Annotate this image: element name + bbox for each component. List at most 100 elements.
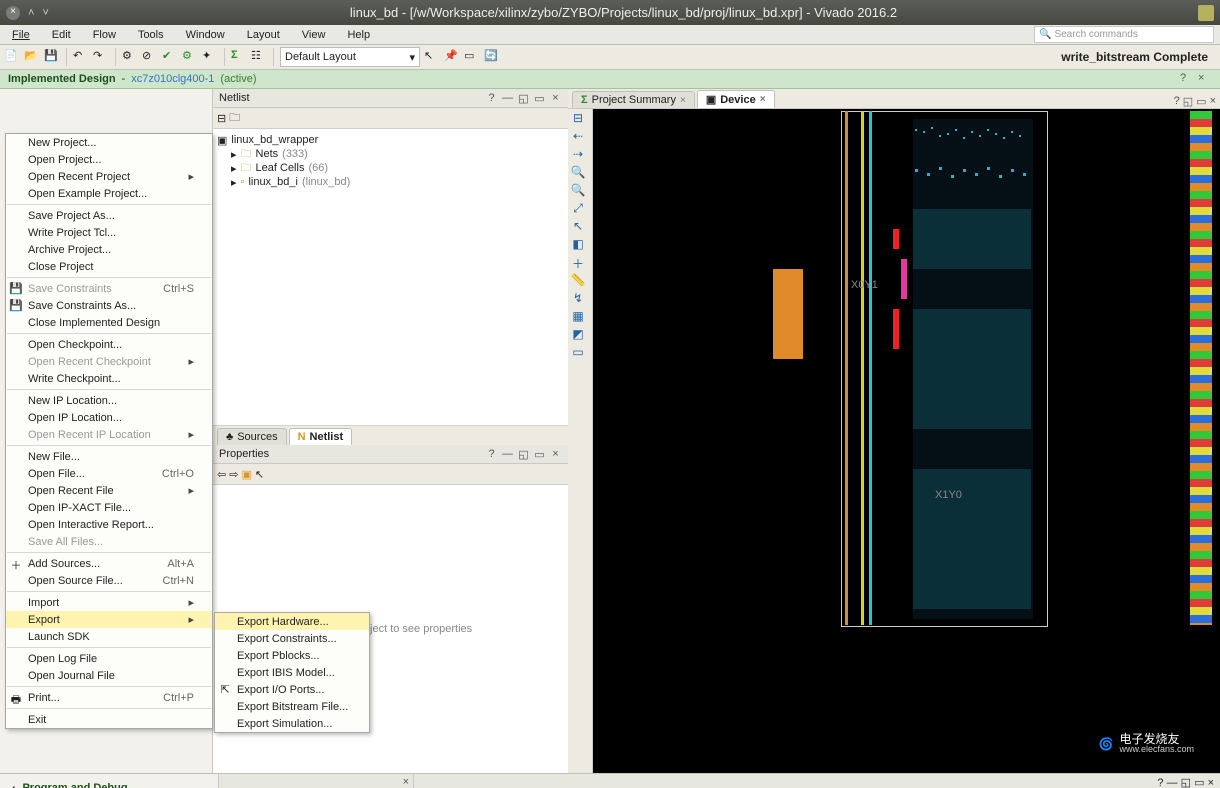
file-menu-dropdown[interactable]: New Project...Open Project...Open Recent… <box>5 133 213 729</box>
restore-icon[interactable]: ◱ <box>517 448 530 461</box>
close-icon[interactable]: × <box>403 776 409 788</box>
menu-item[interactable]: Write Project Tcl... <box>6 224 212 241</box>
timeline-icon[interactable]: ☷ <box>251 49 267 65</box>
pointer-icon[interactable]: ↖ <box>255 468 264 481</box>
zoom-out-icon[interactable]: 🔍 <box>570 183 586 199</box>
menu-edit[interactable]: Edit <box>46 28 77 42</box>
menu-item[interactable]: Export Pblocks... <box>215 647 369 664</box>
window-chevron-down-icon[interactable]: ˅ <box>42 7 48 19</box>
menu-item[interactable]: Write Checkpoint... <box>6 370 212 387</box>
menu-item[interactable]: Open File...Ctrl+O <box>6 465 212 482</box>
menu-help[interactable]: Help <box>341 28 376 42</box>
menu-item[interactable]: Close Project <box>6 258 212 275</box>
tab-device[interactable]: ▣Device× <box>697 90 775 108</box>
close-icon[interactable]: × <box>760 94 766 105</box>
menu-item[interactable]: Open IP Location... <box>6 409 212 426</box>
menu-item[interactable]: Open Interactive Report... <box>6 516 212 533</box>
collapse-icon[interactable]: ◢ <box>6 783 14 788</box>
menu-item[interactable]: Exit <box>6 711 212 728</box>
maximize-icon[interactable]: ▭ <box>533 448 546 461</box>
menu-item[interactable]: Save Project As... <box>6 207 212 224</box>
forward-icon[interactable]: ⇨ <box>229 468 238 481</box>
zoom-fit-icon[interactable]: ⤢ <box>570 201 586 217</box>
tab-project-summary[interactable]: ΣProject Summary× <box>572 91 695 108</box>
tab-sources[interactable]: ♣Sources <box>217 428 287 445</box>
menu-item[interactable]: Open Checkpoint... <box>6 336 212 353</box>
minimize-icon[interactable]: — <box>501 92 514 105</box>
menu-item[interactable]: Archive Project... <box>6 241 212 258</box>
menu-item[interactable]: Open Log File <box>6 650 212 667</box>
menu-item[interactable]: ＋Add Sources...Alt+A <box>6 555 212 572</box>
maximize-icon[interactable]: ▭ <box>1196 95 1206 108</box>
netlist-node[interactable]: Leaf Cells <box>256 162 305 174</box>
menu-item[interactable]: 💾Save Constraints As... <box>6 297 212 314</box>
menu-tools[interactable]: Tools <box>132 28 170 42</box>
device-canvas[interactable]: X0Y1 X1Y0 <box>593 109 1220 773</box>
menu-item[interactable]: Open IP-XACT File... <box>6 499 212 516</box>
routing-icon[interactable]: ↯ <box>570 291 586 307</box>
menu-item[interactable]: Open Recent Project▸ <box>6 168 212 185</box>
menu-item[interactable]: Open Journal File <box>6 667 212 684</box>
help-icon[interactable]: ? <box>485 448 498 461</box>
close-icon[interactable]: × <box>1210 95 1216 108</box>
window-chevron-up-icon[interactable]: ˄ <box>28 7 34 19</box>
select-area-icon[interactable]: ▭ <box>570 345 586 361</box>
command-search-input[interactable]: 🔍 Search commands <box>1034 26 1214 43</box>
menu-item[interactable]: Export Constraints... <box>215 630 369 647</box>
maximize-icon[interactable]: ▭ <box>533 92 546 105</box>
help-icon[interactable]: ? <box>1174 95 1180 108</box>
folder-open-icon[interactable]: 📂 <box>24 49 40 65</box>
menu-file[interactable]: File <box>6 28 36 42</box>
netlist-node[interactable]: Nets <box>256 148 279 160</box>
menu-item[interactable]: Export▸ <box>6 611 212 628</box>
select-icon[interactable]: ▭ <box>464 49 480 65</box>
help-icon[interactable]: ? <box>1157 777 1163 788</box>
minimize-icon[interactable]: — <box>1167 777 1178 788</box>
ruler-icon[interactable]: 📏 <box>570 273 586 289</box>
gear2-icon[interactable]: ⚙ <box>182 49 198 65</box>
more-icon[interactable]: ✦ <box>202 49 218 65</box>
menu-item[interactable]: Export Bitstream File... <box>215 698 369 715</box>
menu-item[interactable]: New File... <box>6 448 212 465</box>
menu-item[interactable]: Open Project... <box>6 151 212 168</box>
menu-window[interactable]: Window <box>180 28 231 42</box>
collapse-icon[interactable]: ⊟ <box>570 111 586 127</box>
menu-item[interactable]: Open Example Project... <box>6 185 212 202</box>
tab-netlist[interactable]: NNetlist <box>289 428 353 445</box>
back-icon[interactable]: ⇦ <box>217 468 226 481</box>
menu-item[interactable]: Open Recent File▸ <box>6 482 212 499</box>
menu-item[interactable]: Export Hardware... <box>215 613 369 630</box>
maximize-icon[interactable]: ▭ <box>1194 777 1204 788</box>
collapse-icon[interactable]: ⊟ <box>217 112 226 125</box>
export-submenu[interactable]: Export Hardware...Export Constraints...E… <box>214 612 370 733</box>
menu-item[interactable]: Export Simulation... <box>215 715 369 732</box>
save-icon[interactable]: 💾 <box>44 49 60 65</box>
help-icon[interactable]: ? <box>485 92 498 105</box>
undo-icon[interactable]: ↶ <box>73 49 89 65</box>
sigma-icon[interactable]: Σ <box>231 49 247 65</box>
fit-icon[interactable]: ◧ <box>570 237 586 253</box>
menu-item[interactable]: 🖶Print...Ctrl+P <box>6 689 212 706</box>
zoom-in-icon[interactable]: 🔍 <box>570 165 586 181</box>
pointer-icon[interactable]: ↖ <box>424 49 440 65</box>
close-icon[interactable]: × <box>1208 777 1214 788</box>
close-icon[interactable]: × <box>680 95 686 106</box>
highlight-icon[interactable]: ▣ <box>241 468 251 481</box>
menu-item[interactable]: Open Source File...Ctrl+N <box>6 572 212 589</box>
menu-item[interactable]: New IP Location... <box>6 392 212 409</box>
layer-icon[interactable]: ◩ <box>570 327 586 343</box>
pointer-icon[interactable]: ↖ <box>570 219 586 235</box>
gear-icon[interactable]: ⚙ <box>122 49 138 65</box>
pin-icon[interactable]: 📌 <box>444 49 460 65</box>
menu-layout[interactable]: Layout <box>241 28 286 42</box>
menu-item[interactable]: New Project... <box>6 134 212 151</box>
close-icon[interactable]: × <box>549 448 562 461</box>
highlight-icon[interactable]: ▦ <box>570 309 586 325</box>
crosshair-icon[interactable]: ＋ <box>570 255 586 271</box>
menu-view[interactable]: View <box>296 28 332 42</box>
minimize-icon[interactable]: — <box>501 448 514 461</box>
menu-flow[interactable]: Flow <box>87 28 122 42</box>
netlist-tree[interactable]: ▣linux_bd_wrapper ▸🗀Nets (333) ▸🗀Leaf Ce… <box>213 129 568 425</box>
cancel-run-icon[interactable]: ⊘ <box>142 49 158 65</box>
new-project-icon[interactable]: 📄 <box>4 49 20 65</box>
